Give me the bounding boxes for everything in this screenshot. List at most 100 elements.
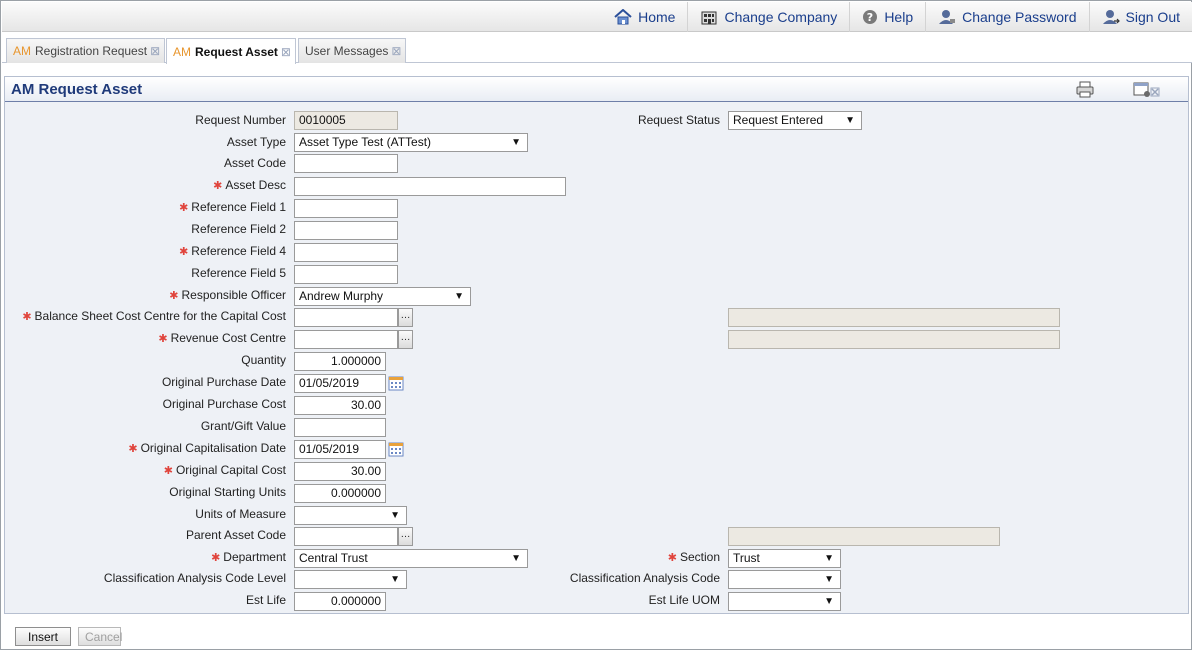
- change-password-label: Change Password: [962, 9, 1077, 25]
- tab-prefix: AM: [173, 44, 191, 59]
- parent-asset-code-input[interactable]: [294, 527, 398, 546]
- tab-request-asset[interactable]: AM Request Asset ⊠: [166, 38, 296, 64]
- request-status-value: Request Entered: [733, 113, 824, 127]
- responsible-officer-label-wrap: ✱ Responsible Officer: [169, 286, 286, 304]
- asset-type-select[interactable]: Asset Type Test (ATTest) ▼: [294, 133, 528, 152]
- cancel-button[interactable]: Cancel: [78, 627, 122, 646]
- est-life-label: Est Life: [245, 593, 286, 607]
- panel-header: AM Request Asset: [5, 77, 1188, 102]
- request-number-field: 0010005: [294, 111, 398, 130]
- dropdown-arrow-icon: ▼: [824, 574, 834, 585]
- parent-asset-code-label: Parent Asset Code: [185, 528, 286, 542]
- calendar-icon[interactable]: [388, 375, 404, 391]
- original-purchase-cost-label: Original Purchase Cost: [162, 397, 286, 411]
- quantity-input[interactable]: 1.000000: [294, 352, 386, 371]
- classification-analysis-code-level-select[interactable]: ▼: [294, 570, 407, 589]
- home-icon: [614, 9, 632, 25]
- parent-asset-code-lookup-button[interactable]: …: [398, 527, 413, 546]
- department-label: Department: [223, 550, 286, 564]
- reference-field-4-label: Reference Field 4: [191, 244, 286, 258]
- grant-gift-value-input[interactable]: [294, 418, 386, 437]
- top-bar: Home Change Company ? Help Change Passwo…: [2, 2, 1192, 32]
- asset-desc-input[interactable]: [294, 177, 566, 196]
- request-status-select[interactable]: Request Entered ▼: [728, 111, 862, 130]
- responsible-officer-select[interactable]: Andrew Murphy ▼: [294, 287, 471, 306]
- units-of-measure-select[interactable]: ▼: [294, 506, 407, 525]
- reference-field-5-label: Reference Field 5: [191, 266, 286, 280]
- balance-sheet-cost-centre-label: Balance Sheet Cost Centre for the Capita…: [34, 309, 286, 323]
- building-icon: [701, 11, 717, 25]
- section-select[interactable]: Trust ▼: [728, 549, 841, 568]
- change-password-link[interactable]: Change Password: [925, 2, 1088, 32]
- asset-type-label: Asset Type: [226, 135, 286, 149]
- sign-out-link[interactable]: Sign Out: [1088, 2, 1192, 32]
- original-purchase-cost-input[interactable]: 30.00: [294, 396, 386, 415]
- dropdown-arrow-icon: ▼: [390, 510, 400, 521]
- tab-strip: AM Registration Request ⊠ AM Request Ass…: [2, 32, 1192, 64]
- balance-sheet-cost-centre-label-wrap: ✱ Balance Sheet Cost Centre for the Capit…: [22, 307, 286, 325]
- insert-button[interactable]: Insert: [15, 627, 71, 646]
- required-marker-icon: ✱: [211, 552, 221, 564]
- tab-prefix: AM: [13, 44, 31, 58]
- revenue-cost-centre-label: Revenue Cost Centre: [170, 331, 286, 345]
- reference-field-2-label: Reference Field 2: [191, 222, 286, 236]
- asset-code-label: Asset Code: [223, 156, 286, 170]
- change-company-link[interactable]: Change Company: [687, 2, 849, 32]
- close-icon[interactable]: ⊠: [150, 44, 160, 58]
- original-capitalisation-date-label: Original Capitalisation Date: [140, 441, 286, 455]
- tab-label: Request Asset: [195, 44, 278, 59]
- classification-analysis-code-select[interactable]: ▼: [728, 570, 841, 589]
- reference-field-1-input[interactable]: [294, 199, 398, 218]
- user-key-icon: [939, 10, 956, 24]
- dropdown-arrow-icon: ▼: [511, 137, 521, 148]
- tab-label: Registration Request: [35, 44, 148, 58]
- quantity-label: Quantity: [241, 353, 286, 367]
- reference-field-4-input[interactable]: [294, 243, 398, 262]
- calendar-icon[interactable]: [388, 441, 404, 457]
- revenue-cost-centre-lookup-button[interactable]: …: [398, 330, 413, 349]
- balance-sheet-cost-centre-description: [728, 308, 1060, 327]
- app-window: Home Change Company ? Help Change Passwo…: [0, 0, 1192, 650]
- est-life-input[interactable]: 0.000000: [294, 592, 386, 611]
- request-status-label: Request Status: [637, 113, 720, 127]
- original-purchase-date-input[interactable]: 01/05/2019: [294, 374, 386, 393]
- close-icon[interactable]: ⊠: [391, 44, 401, 58]
- original-starting-units-label: Original Starting Units: [169, 485, 286, 499]
- original-capital-cost-label: Original Capital Cost: [175, 463, 286, 477]
- reference-field-2-input[interactable]: [294, 221, 398, 240]
- asset-code-input[interactable]: [294, 154, 398, 173]
- responsible-officer-value: Andrew Murphy: [299, 289, 384, 303]
- help-link[interactable]: ? Help: [849, 2, 925, 32]
- required-marker-icon: ✱: [179, 202, 189, 214]
- reference-field-4-label-wrap: ✱ Reference Field 4: [179, 242, 286, 260]
- sign-out-label: Sign Out: [1125, 9, 1180, 25]
- window-close-icon[interactable]: [1132, 81, 1166, 98]
- close-icon[interactable]: ⊠: [281, 45, 291, 59]
- balance-sheet-cost-centre-lookup-button[interactable]: …: [398, 308, 413, 327]
- original-capitalisation-date-label-wrap: ✱ Original Capitalisation Date: [128, 439, 286, 457]
- parent-asset-code-description: [728, 527, 1000, 546]
- asset-desc-label: Asset Desc: [225, 178, 286, 192]
- reference-field-1-label: Reference Field 1: [191, 200, 286, 214]
- department-select[interactable]: Central Trust ▼: [294, 549, 528, 568]
- original-starting-units-input[interactable]: 0.000000: [294, 484, 386, 503]
- tab-user-messages[interactable]: User Messages ⊠: [298, 38, 407, 63]
- change-company-label: Change Company: [724, 9, 838, 25]
- classification-analysis-code-level-label: Classification Analysis Code Level: [103, 571, 286, 585]
- dropdown-arrow-icon: ▼: [511, 553, 521, 564]
- est-life-uom-select[interactable]: ▼: [728, 592, 841, 611]
- department-label-wrap: ✱ Department: [211, 548, 286, 566]
- reference-field-5-input[interactable]: [294, 265, 398, 284]
- required-marker-icon: ✱: [179, 246, 189, 258]
- dropdown-arrow-icon: ▼: [390, 574, 400, 585]
- asset-desc-label-wrap: ✱ Asset Desc: [213, 176, 286, 194]
- original-capital-cost-input[interactable]: 30.00: [294, 462, 386, 481]
- required-marker-icon: ✱: [128, 443, 138, 455]
- home-link[interactable]: Home: [602, 2, 687, 32]
- required-marker-icon: ✱: [169, 290, 179, 302]
- balance-sheet-cost-centre-input[interactable]: [294, 308, 398, 327]
- original-capitalisation-date-input[interactable]: 01/05/2019: [294, 440, 386, 459]
- tab-registration-request[interactable]: AM Registration Request ⊠: [6, 38, 166, 63]
- revenue-cost-centre-input[interactable]: [294, 330, 398, 349]
- print-icon[interactable]: [1075, 81, 1095, 98]
